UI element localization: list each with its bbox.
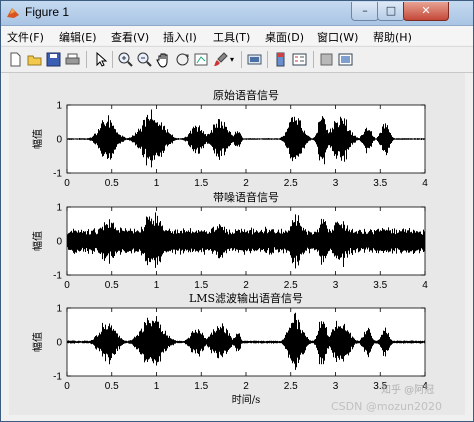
minimize-button[interactable]: – [351,2,379,21]
x-tick-label: 1.5 [194,280,208,291]
data-cursor-icon[interactable] [193,51,210,68]
rotate-3d-icon[interactable] [174,51,191,68]
x-tick-label: 1.5 [194,178,208,189]
y-tick-label: 0 [56,338,62,349]
x-tick-label: 1 [154,178,160,189]
title-bar[interactable]: Figure 1 – □ ✕ [1,1,473,26]
menu-bar: 文件(F) 编辑(E) 查看(V) 插入(I) 工具(T) 桌面(D) 窗口(W… [1,26,473,45]
y-tick-label: 1 [56,304,62,315]
zhihu-watermark: 知乎 @阿冠 [381,385,435,396]
y-axis-label: 幅值 [31,231,44,251]
colorbar-icon[interactable] [272,51,289,68]
y-tick-label: -1 [53,271,62,282]
y-axis-label: 幅值 [31,332,44,352]
menu-help[interactable]: 帮助(H) [373,29,412,45]
y-tick-label: -1 [53,169,62,180]
figure-plots: 原始语音信号幅值10-10 0.5 1 1.5 2 2.5 3 3.5 4带噪语音信号幅值10-… [31,88,428,406]
csdn-watermark: CSDN @mozun2020 [331,400,443,413]
x-tick-label: 3.5 [373,280,387,291]
legend-icon[interactable] [291,51,308,68]
hide-plot-tools-icon[interactable] [318,51,335,68]
x-tick-label: 1 [154,280,160,291]
menu-desktop[interactable]: 桌面(D) [265,29,304,45]
open-file-icon[interactable] [26,51,43,68]
x-tick-label: 0 [64,280,70,291]
link-plot-icon[interactable] [246,51,263,68]
zoom-out-icon[interactable] [136,51,153,68]
maximize-button[interactable]: □ [377,2,405,21]
toolbar-separator [267,51,268,68]
x-tick-label: 3 [333,381,339,392]
y-axis-label: 幅值 [31,129,44,149]
plot-title: LMS滤波输出语音信号 [189,291,303,305]
toolbar-separator [112,51,113,68]
y-tick-label: 1 [56,203,62,214]
x-tick-label: 0 [64,381,70,392]
figure-toolbar: ▾ [1,46,473,73]
x-tick-label: 2 [243,280,249,291]
x-tick-label: 0.5 [105,178,119,189]
x-axis-label: 时间/s [232,393,261,406]
y-tick-label: 0 [56,135,62,146]
brush-icon[interactable] [212,51,229,68]
menu-file[interactable]: 文件(F) [7,29,44,45]
x-tick-label: 0.5 [105,381,119,392]
brush-dropdown-chevron-icon[interactable]: ▾ [230,55,236,72]
x-tick-label: 2 [243,178,249,189]
edit-plot-arrow-icon[interactable] [92,51,109,68]
y-tick-label: 0 [56,237,62,248]
toolbar-separator [313,51,314,68]
print-icon[interactable] [64,51,81,68]
x-tick-label: 4 [422,280,428,291]
y-tick-label: -1 [53,372,62,383]
y-tick-label: 1 [56,101,62,112]
x-tick-label: 0 [64,178,70,189]
plot-title: 带噪语音信号 [213,190,279,204]
plot-title: 原始语音信号 [213,88,279,102]
x-tick-label: 3 [333,280,339,291]
close-button[interactable]: ✕ [403,2,449,21]
matlab-app-icon [7,8,19,18]
x-tick-label: 1 [154,381,160,392]
x-tick-label: 4 [422,178,428,189]
x-tick-label: 2 [243,381,249,392]
toolbar-separator [241,51,242,68]
toolbar-separator [86,51,87,68]
figure-canvas[interactable]: 原始语音信号 幅值 1 0 -1 0 0.5 1 1.5 2 2.5 3 3.5 4 带噪语音信号 幅值 1 0-… [9,73,465,415]
x-tick-label: 2.5 [284,178,298,189]
show-plot-tools-icon[interactable] [337,51,354,68]
zoom-in-icon[interactable] [117,51,134,68]
menu-edit[interactable]: 编辑(E) [59,29,97,45]
save-icon[interactable] [45,51,62,68]
menu-insert[interactable]: 插入(I) [163,29,197,45]
figure-window: Figure 1 – □ ✕ 文件(F) 编辑(E) 查看(V) 插入(I) 工… [0,0,474,422]
new-figure-icon[interactable] [7,51,24,68]
x-tick-label: 3 [333,178,339,189]
x-tick-label: 2.5 [284,280,298,291]
x-tick-label: 0.5 [105,280,119,291]
menu-window[interactable]: 窗口(W) [317,29,358,45]
pan-hand-icon[interactable] [155,51,172,68]
x-tick-label: 3.5 [373,178,387,189]
window-title: Figure 1 [25,5,70,19]
menu-tools[interactable]: 工具(T) [213,29,250,45]
x-tick-label: 2.5 [284,381,298,392]
x-tick-label: 1.5 [194,381,208,392]
menu-view[interactable]: 查看(V) [111,29,149,45]
